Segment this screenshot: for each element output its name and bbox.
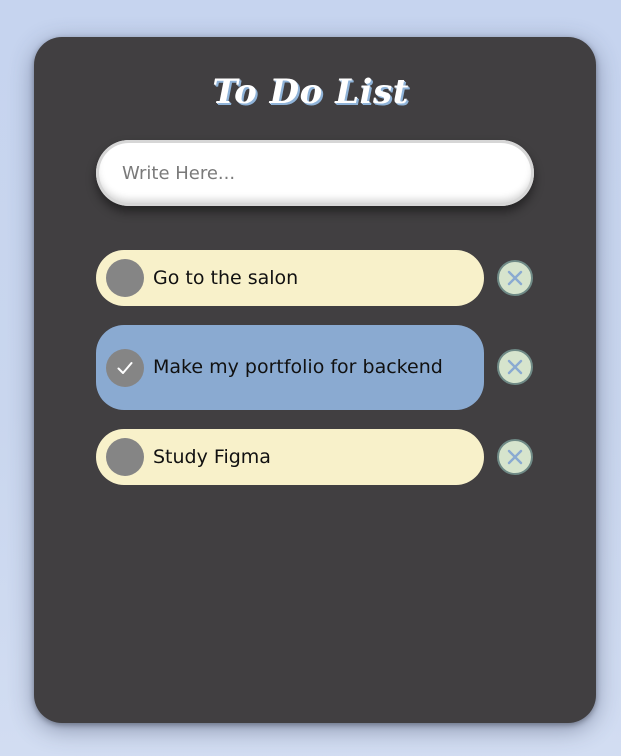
checkbox-circle[interactable] xyxy=(106,259,144,297)
close-icon xyxy=(507,270,523,286)
app-title: To Do List xyxy=(212,72,409,112)
todo-item[interactable]: Go to the salon xyxy=(96,250,484,306)
checkbox-circle-checked[interactable] xyxy=(106,348,144,387)
todo-text: Study Figma xyxy=(153,445,271,468)
todo-item-completed[interactable]: Make my portfolio for backend xyxy=(96,325,484,410)
delete-button[interactable] xyxy=(497,260,533,296)
check-icon xyxy=(117,361,133,374)
close-icon xyxy=(507,449,523,465)
new-todo-input[interactable] xyxy=(96,140,534,206)
todo-text: Go to the salon xyxy=(153,266,299,289)
todo-text: Make my portfolio for backend xyxy=(153,356,443,378)
checkbox-circle[interactable] xyxy=(106,438,144,476)
delete-button[interactable] xyxy=(497,349,533,385)
close-icon xyxy=(507,359,523,375)
delete-button[interactable] xyxy=(497,439,533,475)
todo-item[interactable]: Study Figma xyxy=(96,429,484,485)
